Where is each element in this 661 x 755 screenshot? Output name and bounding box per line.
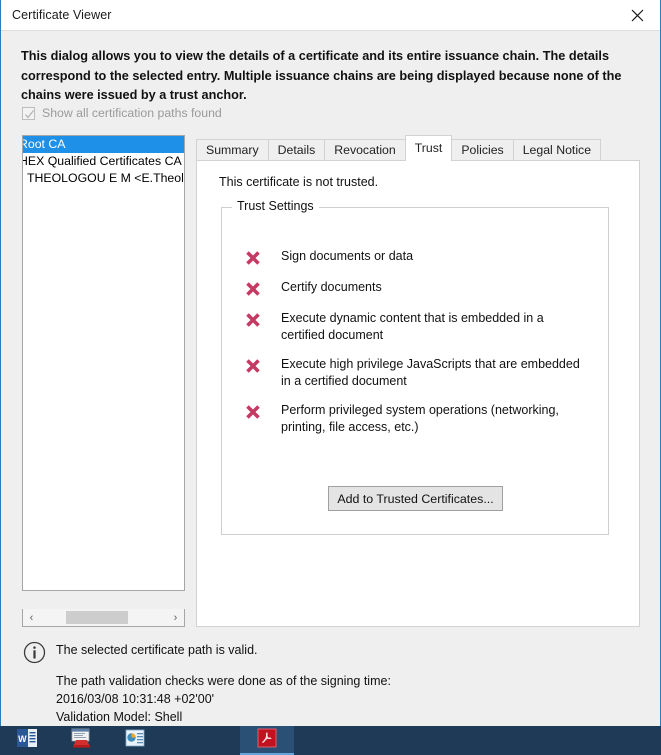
- trust-setting-row: Execute dynamic content that is embedded…: [244, 310, 589, 344]
- scroll-left-icon[interactable]: ‹: [23, 610, 40, 626]
- tab-legal-notice[interactable]: Legal Notice: [512, 139, 602, 161]
- red-x-icon: [244, 249, 262, 267]
- certificate-viewer-dialog: Certificate Viewer This dialog allows yo…: [0, 0, 661, 755]
- red-x-icon: [244, 357, 262, 375]
- tab-policies[interactable]: Policies: [451, 139, 514, 161]
- window-app-icon: [70, 727, 92, 754]
- taskbar-gap: [162, 726, 240, 755]
- taskbar-item-acrobat[interactable]: [240, 726, 294, 755]
- taskbar-item-window-app[interactable]: [54, 726, 108, 755]
- tab-strip: Summary Details Revocation Trust Policie…: [196, 135, 640, 161]
- red-x-icon: [244, 403, 262, 421]
- info-icon: [23, 641, 46, 669]
- taskbar-item-powerpoint[interactable]: [108, 726, 162, 755]
- trust-setting-row: Perform privileged system operations (ne…: [244, 402, 589, 436]
- not-trusted-message: This certificate is not trusted.: [219, 175, 379, 189]
- trust-setting-label: Certify documents: [281, 280, 382, 294]
- taskbar: W: [0, 726, 661, 755]
- intro-text: This dialog allows you to view the detai…: [21, 49, 622, 102]
- close-icon[interactable]: [615, 0, 660, 30]
- taskbar-item-word[interactable]: W: [0, 726, 54, 755]
- trust-setting-row: Execute high privilege JavaScripts that …: [244, 356, 589, 390]
- list-item[interactable]: THEOLOGOU E M <E.Theolog: [25, 170, 184, 187]
- powerpoint-icon: [124, 727, 146, 754]
- trust-settings-group: Trust Settings Sign documents or data Ce…: [221, 199, 609, 535]
- scrollbar-thumb[interactable]: [66, 610, 128, 624]
- trust-settings-legend: Trust Settings: [232, 199, 319, 213]
- word-icon: W: [16, 727, 38, 754]
- certificate-path-list[interactable]: Root CA HEX Qualified Certificates CA TH…: [22, 135, 185, 591]
- scrollbar-track[interactable]: [40, 610, 167, 626]
- red-x-icon: [244, 311, 262, 329]
- dialog-body: This dialog allows you to view the detai…: [1, 31, 660, 755]
- trust-setting-label: Sign documents or data: [281, 249, 414, 263]
- tab-summary[interactable]: Summary: [196, 139, 269, 161]
- add-to-trusted-certificates-button[interactable]: Add to Trusted Certificates...: [328, 486, 503, 511]
- trust-setting-row: Sign documents or data: [244, 248, 589, 267]
- path-validation-details: The path validation checks were done as …: [56, 674, 391, 724]
- tab-trust[interactable]: Trust: [404, 135, 453, 161]
- trust-setting-label: Perform privileged system operations (ne…: [281, 403, 559, 434]
- red-x-icon: [244, 280, 262, 298]
- show-all-paths-label: Show all certification paths found: [42, 106, 222, 120]
- show-all-paths-checkbox[interactable]: Show all certification paths found: [22, 106, 222, 120]
- svg-text:W: W: [18, 734, 27, 744]
- path-valid-message: The selected certificate path is valid.: [56, 643, 258, 657]
- checkbox-box: [22, 106, 35, 120]
- tab-details[interactable]: Details: [267, 139, 326, 161]
- trust-settings-list: Sign documents or data Certify documents…: [244, 248, 589, 448]
- scroll-right-icon[interactable]: ›: [167, 610, 184, 626]
- window-title: Certificate Viewer: [12, 8, 112, 22]
- acrobat-icon: [256, 727, 278, 754]
- list-item[interactable]: HEX Qualified Certificates CA: [23, 153, 184, 170]
- list-item[interactable]: Root CA: [23, 136, 184, 153]
- trust-setting-row: Certify documents: [244, 279, 589, 298]
- tab-revocation[interactable]: Revocation: [324, 139, 406, 161]
- title-bar: Certificate Viewer: [1, 0, 660, 31]
- trust-tab-panel: This certificate is not trusted. Trust S…: [196, 160, 640, 627]
- horizontal-scrollbar[interactable]: ‹ ›: [22, 609, 185, 627]
- trust-setting-label: Execute high privilege JavaScripts that …: [281, 357, 580, 388]
- trust-setting-label: Execute dynamic content that is embedded…: [281, 311, 544, 342]
